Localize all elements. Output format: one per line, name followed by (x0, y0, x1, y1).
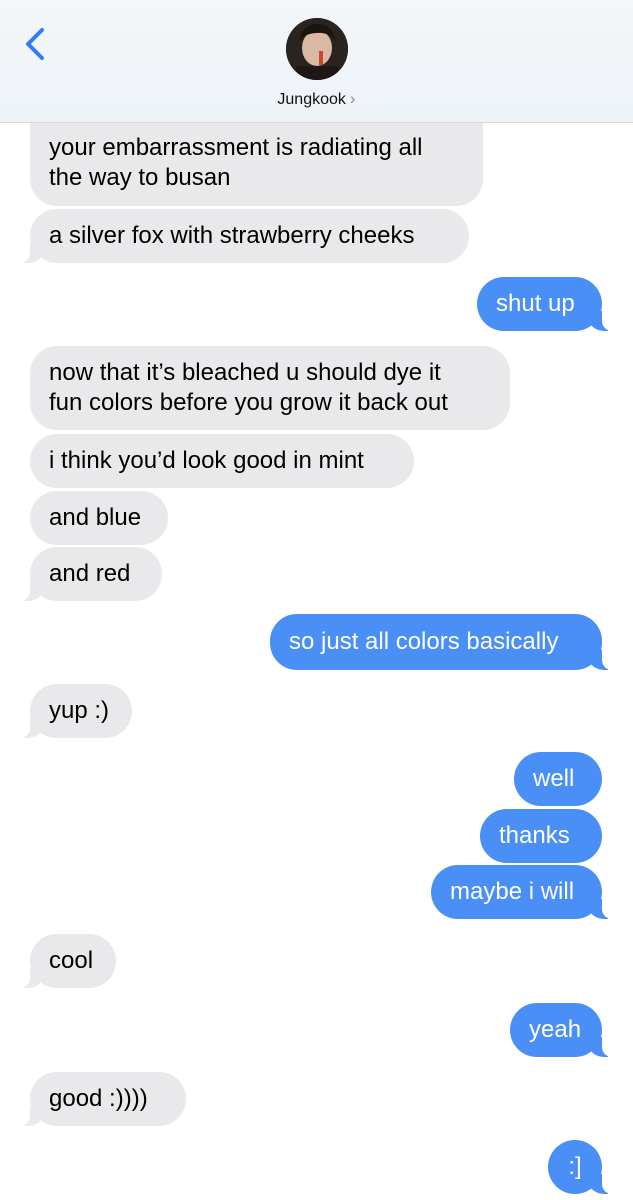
conversation-header: Jungkook › (0, 0, 633, 123)
back-chevron-icon[interactable] (22, 26, 52, 62)
message-bubble-sent[interactable]: maybe i will (431, 865, 612, 919)
message-bubble-sent[interactable]: thanks (480, 809, 602, 863)
message-bubble-received[interactable]: good :)))) (20, 1072, 186, 1126)
message-bubble-sent[interactable]: :] (548, 1140, 612, 1194)
message-text: yup :) (49, 697, 110, 724)
chevron-right-icon: › (349, 89, 356, 108)
message-text: :] (568, 1153, 582, 1180)
message-bubble-received[interactable]: and red (20, 547, 162, 601)
message-text: thanks (499, 822, 570, 849)
message-bubble-received[interactable]: i think you’d look good in mint (30, 434, 414, 488)
message-text: shut up (496, 290, 575, 317)
message-text: and blue (49, 504, 142, 531)
message-text: well (533, 765, 575, 792)
message-bubble-sent[interactable]: shut up (477, 277, 612, 331)
message-text: and red (49, 560, 131, 587)
message-text-line: fun colors before you grow it back out (49, 389, 448, 416)
message-bubble-sent[interactable]: so just all colors basically (270, 614, 612, 670)
message-bubble-received[interactable]: now that it’s bleached u should dye it f… (30, 346, 510, 430)
message-text: a silver fox with strawberry cheeks (49, 222, 415, 249)
message-bubble-received[interactable]: your embarrassment is radiating all the … (30, 120, 483, 206)
message-bubble-received[interactable]: cool (20, 934, 116, 988)
message-bubble-received[interactable]: yup :) (20, 684, 132, 738)
message-text: good :)))) (49, 1085, 148, 1112)
message-text-line: now that it’s bleached u should dye it (49, 359, 441, 386)
message-text: so just all colors basically (289, 628, 559, 655)
contact-avatar[interactable] (286, 18, 348, 80)
message-text: yeah (529, 1016, 582, 1043)
message-bubble-received[interactable]: a silver fox with strawberry cheeks (20, 209, 469, 263)
message-text-line: your embarrassment is radiating all (49, 134, 423, 161)
message-bubble-sent[interactable]: well (514, 752, 602, 806)
message-bubble-sent[interactable]: yeah (510, 1003, 612, 1057)
message-text: cool (49, 947, 94, 974)
message-text: i think you’d look good in mint (49, 447, 364, 474)
message-bubble-received[interactable]: and blue (30, 491, 168, 545)
contact-name[interactable]: Jungkook › (0, 89, 633, 109)
contact-name-label[interactable]: Jungkook (277, 91, 346, 108)
message-text: maybe i will (450, 878, 575, 905)
message-text-line: the way to busan (49, 164, 231, 191)
